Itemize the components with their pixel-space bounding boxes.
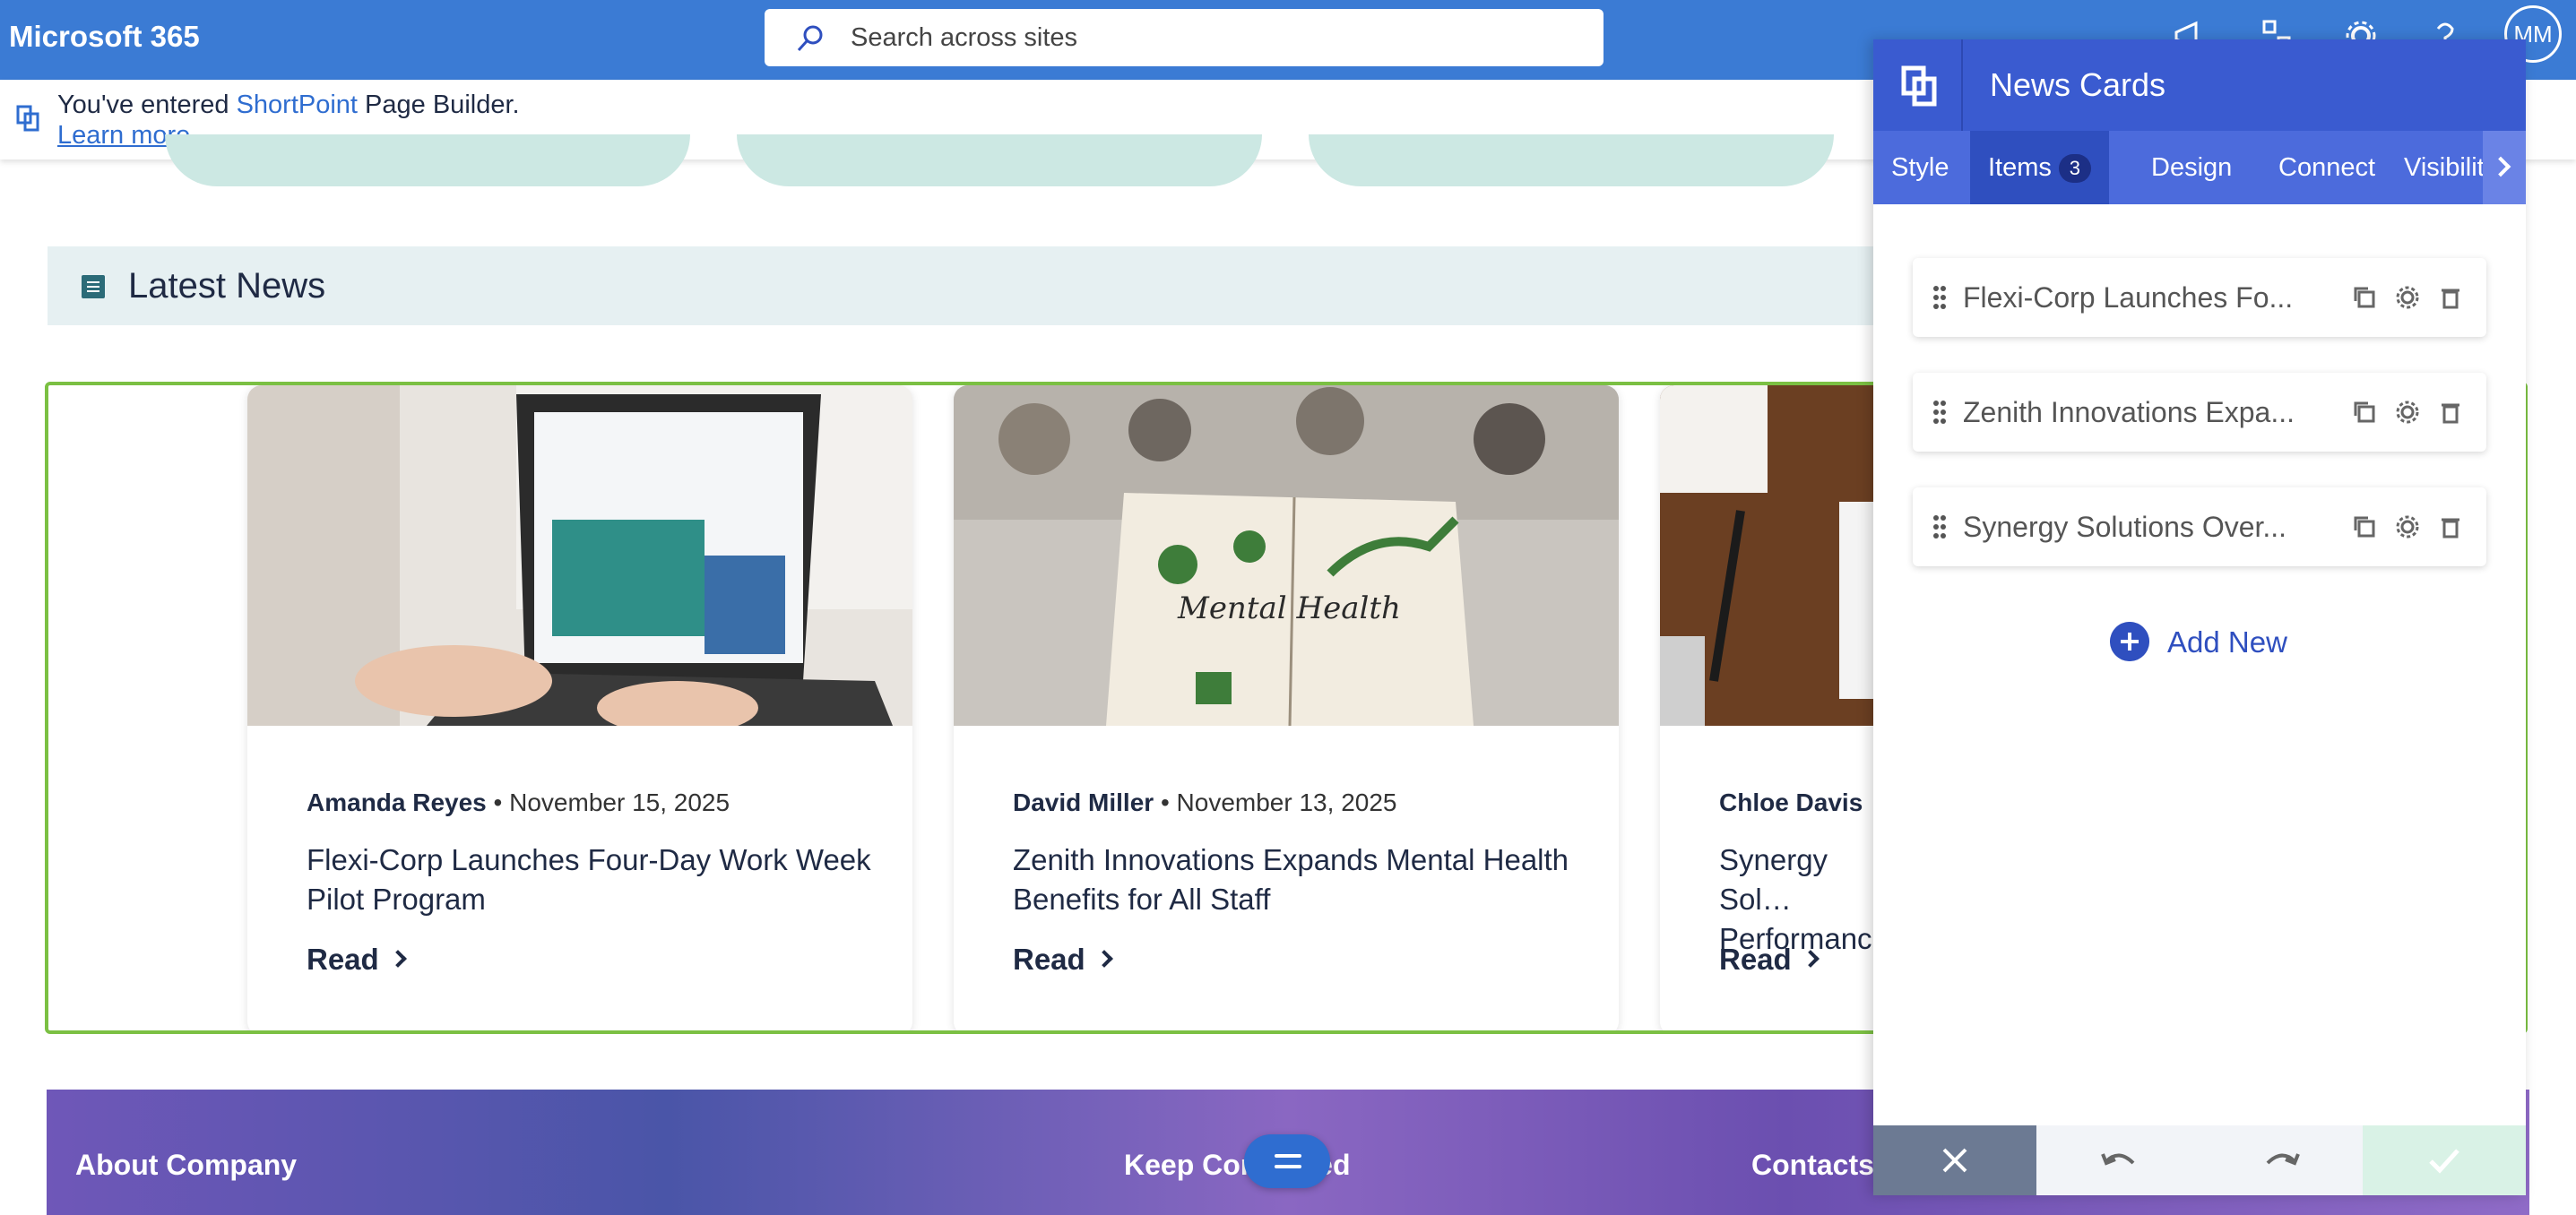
tabs-scroll-right-button[interactable] bbox=[2483, 131, 2526, 204]
read-label: Read bbox=[307, 943, 379, 976]
trash-icon[interactable] bbox=[2438, 285, 2463, 310]
card-meta: Chloe Davis bbox=[1719, 788, 1863, 817]
duplicate-icon[interactable] bbox=[2352, 514, 2377, 539]
drag-handle-icon[interactable] bbox=[1932, 514, 1947, 539]
card-author: Amanda Reyes bbox=[307, 788, 487, 816]
card-date: November 15, 2025 bbox=[509, 788, 730, 816]
news-cards-panel: News Cards Style Items 3 Design Connect V… bbox=[1873, 39, 2526, 1195]
tab-items-label: Items bbox=[1988, 153, 2052, 182]
drag-handle-icon[interactable] bbox=[1932, 400, 1947, 425]
checkmark-icon bbox=[2429, 1149, 2459, 1174]
news-icon bbox=[82, 275, 105, 298]
drag-handle-icon[interactable] bbox=[1932, 285, 1947, 310]
read-label: Read bbox=[1013, 943, 1085, 976]
notice-suffix: Page Builder. bbox=[358, 90, 520, 119]
chevron-right-icon bbox=[1801, 950, 1820, 969]
shortpoint-logo-icon bbox=[1901, 65, 1937, 107]
panel-header: News Cards bbox=[1873, 39, 2526, 131]
menu-icon bbox=[1275, 1154, 1301, 1158]
footer-contacts-heading: Contacts bbox=[1751, 1149, 1874, 1181]
menu-icon-line bbox=[1275, 1165, 1301, 1168]
search-icon bbox=[797, 25, 823, 52]
card-image-laptop bbox=[247, 385, 912, 726]
footer-about-heading: About Company bbox=[75, 1149, 298, 1181]
card-meta: Amanda Reyes • November 15, 2025 bbox=[307, 788, 730, 816]
tab-items[interactable]: Items 3 bbox=[1970, 131, 2109, 204]
trash-icon[interactable] bbox=[2438, 400, 2463, 425]
category-pill[interactable] bbox=[1309, 134, 1834, 186]
redo-button[interactable] bbox=[2200, 1125, 2363, 1195]
duplicate-icon[interactable] bbox=[2352, 285, 2377, 310]
search-input[interactable]: Search across sites bbox=[851, 23, 1077, 53]
builder-menu-button[interactable] bbox=[1244, 1134, 1330, 1188]
list-item[interactable]: Synergy Solutions Over... bbox=[1913, 487, 2486, 566]
card-title[interactable]: Zenith Innovations Expands Mental Health… bbox=[1013, 840, 1586, 919]
trash-icon[interactable] bbox=[2438, 514, 2463, 539]
undo-button[interactable] bbox=[2036, 1125, 2200, 1195]
panel-title: News Cards bbox=[1990, 66, 2166, 103]
panel-tabs: Style Items 3 Design Connect Visibility bbox=[1873, 131, 2526, 204]
category-pill[interactable] bbox=[165, 134, 690, 186]
undo-icon bbox=[2101, 1153, 2135, 1166]
panel-footer bbox=[1873, 1125, 2526, 1195]
gear-icon[interactable] bbox=[2395, 285, 2420, 310]
chevron-right-icon bbox=[1094, 950, 1113, 969]
card-author: David Miller bbox=[1013, 788, 1154, 816]
chevron-right-icon bbox=[388, 950, 407, 969]
shortpoint-logo-icon bbox=[16, 105, 39, 132]
redo-icon bbox=[2266, 1153, 2300, 1166]
cancel-button[interactable] bbox=[1873, 1125, 2036, 1195]
card-title[interactable]: Synergy Sol… Performanc… bbox=[1719, 840, 1889, 959]
app-title[interactable]: Microsoft 365 bbox=[9, 20, 200, 54]
save-button[interactable] bbox=[2363, 1125, 2526, 1195]
list-item[interactable]: Flexi-Corp Launches Fo... bbox=[1913, 258, 2486, 337]
tab-style[interactable]: Style bbox=[1873, 131, 1967, 204]
plus-icon bbox=[2110, 622, 2149, 661]
search-box[interactable]: Search across sites bbox=[765, 9, 1604, 66]
shortpoint-logo bbox=[1873, 39, 1963, 131]
section-header: Latest News bbox=[48, 246, 1948, 325]
items-count-badge: 3 bbox=[2058, 154, 2091, 184]
item-label[interactable]: Synergy Solutions Over... bbox=[1963, 511, 2339, 544]
item-label[interactable]: Zenith Innovations Expa... bbox=[1963, 396, 2339, 429]
add-new-label: Add New bbox=[2167, 625, 2287, 659]
news-card[interactable]: Mental Health David Miller • November 13… bbox=[954, 385, 1619, 1030]
close-icon bbox=[1942, 1148, 1967, 1173]
card-author: Chloe Davis bbox=[1719, 788, 1863, 816]
tab-design[interactable]: Design bbox=[2133, 131, 2250, 204]
notice-prefix: You've entered bbox=[57, 90, 237, 119]
svg-text:Mental Health: Mental Health bbox=[1177, 590, 1401, 626]
section-title: Latest News bbox=[128, 266, 326, 306]
gear-icon[interactable] bbox=[2395, 514, 2420, 539]
notice-product[interactable]: ShortPoint bbox=[237, 90, 358, 119]
notice-text: You've entered ShortPoint Page Builder. bbox=[57, 90, 520, 120]
read-link[interactable]: Read bbox=[1719, 943, 1820, 977]
card-meta: David Miller • November 13, 2025 bbox=[1013, 788, 1397, 816]
card-date: November 13, 2025 bbox=[1176, 788, 1397, 816]
read-link[interactable]: Read bbox=[307, 943, 407, 977]
chevron-right-icon bbox=[2490, 156, 2511, 177]
list-item[interactable]: Zenith Innovations Expa... bbox=[1913, 373, 2486, 452]
card-title[interactable]: Flexi-Corp Launches Four-Day Work Week P… bbox=[307, 840, 880, 919]
news-card[interactable]: Amanda Reyes • November 15, 2025 Flexi-C… bbox=[247, 385, 912, 1030]
item-label[interactable]: Flexi-Corp Launches Fo... bbox=[1963, 281, 2339, 315]
read-link[interactable]: Read bbox=[1013, 943, 1113, 977]
duplicate-icon[interactable] bbox=[2352, 400, 2377, 425]
read-label: Read bbox=[1719, 943, 1792, 976]
gear-icon[interactable] bbox=[2395, 400, 2420, 425]
tab-connect[interactable]: Connect bbox=[2260, 131, 2393, 204]
card-image-mental-health: Mental Health bbox=[954, 385, 1619, 726]
category-pill[interactable] bbox=[737, 134, 1262, 186]
